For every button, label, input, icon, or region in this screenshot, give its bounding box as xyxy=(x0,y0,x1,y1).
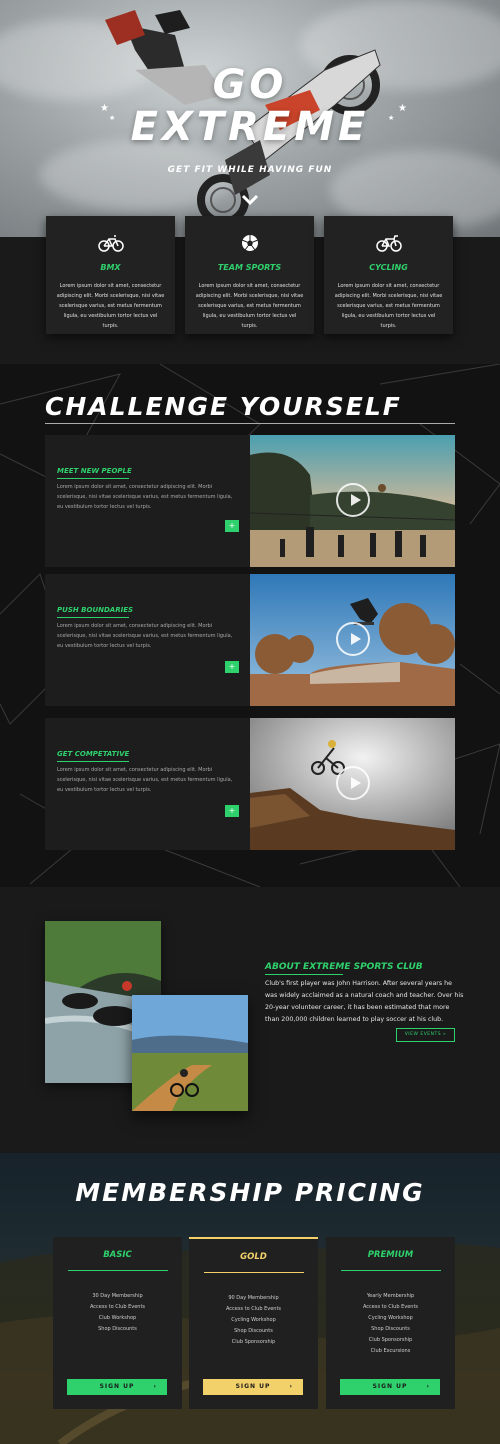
divider xyxy=(45,423,455,424)
view-events-button[interactable]: VIEW EVENTS » xyxy=(396,1028,455,1042)
star-icon: ★ xyxy=(398,103,407,114)
sign-up-button[interactable]: SIGN UP › xyxy=(203,1379,303,1395)
hero-subtitle: GET FIT WHILE HAVING FUN xyxy=(167,165,333,175)
heading-underline xyxy=(265,974,343,975)
row-label: GET COMPETATIVE xyxy=(57,750,130,758)
challenge-title: CHALLENGE YOURSELF xyxy=(45,392,402,421)
plan-feature: Access to Club Events xyxy=(362,1304,419,1310)
expand-button[interactable]: + xyxy=(225,805,239,817)
challenge-row-push-boundaries: PUSH BOUNDARIES Lorem ipsum dolor sit am… xyxy=(45,574,455,706)
row-text: Lorem ipsum dolor sit amet, consectetur … xyxy=(57,484,233,510)
video-thumbnail[interactable] xyxy=(250,435,455,567)
row-label: PUSH BOUNDARIES xyxy=(57,606,134,614)
plan-name: BASIC xyxy=(103,1250,132,1260)
challenge-row-get-competative: GET COMPETATIVE Lorem ipsum dolor sit am… xyxy=(45,718,455,850)
plan-feature: Shop Discounts xyxy=(98,1326,137,1332)
feature-card-cycling: CYCLING Lorem ipsum dolor sit amet, cons… xyxy=(324,216,453,334)
plan-rule xyxy=(203,1272,304,1273)
pricing-title: MEMBERSHIP PRICING xyxy=(75,1178,425,1207)
feature-title: CYCLING xyxy=(369,263,408,272)
expand-button[interactable]: + xyxy=(225,520,239,532)
row-text: Lorem ipsum dolor sit amet, consectetur … xyxy=(57,623,233,649)
plan-feature: Cycling Workshop xyxy=(368,1315,413,1321)
plan-feature: Club Sponsorship xyxy=(231,1339,276,1345)
star-icon: ★ xyxy=(388,114,395,122)
feature-text: Lorem ipsum dolor sit amet, consectetur … xyxy=(195,283,304,329)
play-icon[interactable] xyxy=(336,483,370,517)
soccer-ball-icon xyxy=(241,235,258,251)
feature-title: BMX xyxy=(100,263,121,272)
mountain-biking-photo xyxy=(132,995,248,1111)
hero-title-line1: GO xyxy=(212,62,288,108)
sign-up-button[interactable]: SIGN UP › xyxy=(340,1379,440,1395)
star-icon: ★ xyxy=(100,103,109,114)
plan-feature: Club Sponsorship xyxy=(368,1337,413,1343)
expand-button[interactable]: + xyxy=(225,661,239,673)
plan-name: GOLD xyxy=(240,1252,267,1262)
bicycle-icon xyxy=(97,235,124,252)
bicycle-icon xyxy=(375,235,402,252)
feature-text: Lorem ipsum dolor sit amet, consectetur … xyxy=(56,283,165,329)
arrow-right-icon: › xyxy=(289,1383,293,1390)
row-label: MEET NEW PEOPLE xyxy=(57,467,132,475)
label-underline xyxy=(57,478,129,479)
plan-rule xyxy=(67,1270,168,1271)
feature-card-bmx: BMX Lorem ipsum dolor sit amet, consecte… xyxy=(46,216,175,334)
plan-feature: Shop Discounts xyxy=(234,1328,273,1334)
plan-feature: 90 Day Membership xyxy=(228,1295,279,1301)
plan-feature: 30 Day Membership xyxy=(92,1293,143,1299)
plan-feature: Club Workshop xyxy=(98,1315,137,1321)
challenge-row-meet-new-people: MEET NEW PEOPLE Lorem ipsum dolor sit am… xyxy=(45,435,455,567)
about-text: Club's first player was John Harrison. A… xyxy=(265,980,464,1023)
plan-card-gold: GOLD 90 Day Membership Access to Club Ev… xyxy=(189,1237,318,1409)
plan-rule xyxy=(340,1270,441,1271)
feature-title: TEAM SPORTS xyxy=(217,263,282,272)
arrow-right-icon: › xyxy=(426,1383,430,1390)
plan-feature: Access to Club Events xyxy=(89,1304,146,1310)
sign-up-label: SIGN UP xyxy=(235,1383,271,1390)
play-icon[interactable] xyxy=(336,766,370,800)
feature-card-team-sports: TEAM SPORTS Lorem ipsum dolor sit amet, … xyxy=(185,216,314,334)
video-thumbnail[interactable] xyxy=(250,574,455,706)
plan-name: PREMIUM xyxy=(367,1250,414,1260)
hero-section: GO EXTREME ★ ★ ★ ★ GET FIT WHILE HAVING … xyxy=(0,0,500,237)
plan-feature: Club Excursions xyxy=(370,1348,411,1354)
label-underline xyxy=(57,761,129,762)
sign-up-label: SIGN UP xyxy=(99,1383,135,1390)
row-text: Lorem ipsum dolor sit amet, consectetur … xyxy=(57,767,233,793)
plan-card-basic: BASIC 30 Day Membership Access to Club E… xyxy=(53,1237,182,1409)
star-icon: ★ xyxy=(109,114,116,122)
play-icon[interactable] xyxy=(336,622,370,656)
plan-feature: Yearly Membership xyxy=(366,1293,415,1299)
about-heading: ABOUT EXTREME SPORTS CLUB xyxy=(265,962,423,972)
arrow-right-icon: › xyxy=(153,1383,157,1390)
chevron-down-icon[interactable] xyxy=(241,193,259,207)
plan-card-premium: PREMIUM Yearly Membership Access to Club… xyxy=(326,1237,455,1409)
plan-feature: Cycling Workshop xyxy=(231,1317,276,1323)
video-thumbnail[interactable] xyxy=(250,718,455,850)
plan-feature: Shop Discounts xyxy=(371,1326,410,1332)
feature-text: Lorem ipsum dolor sit amet, consectetur … xyxy=(334,283,443,329)
sign-up-label: SIGN UP xyxy=(372,1383,408,1390)
plan-feature: Access to Club Events xyxy=(225,1306,282,1312)
label-underline xyxy=(57,617,129,618)
sign-up-button[interactable]: SIGN UP › xyxy=(67,1379,167,1395)
hero-title-line2: EXTREME xyxy=(130,104,370,150)
